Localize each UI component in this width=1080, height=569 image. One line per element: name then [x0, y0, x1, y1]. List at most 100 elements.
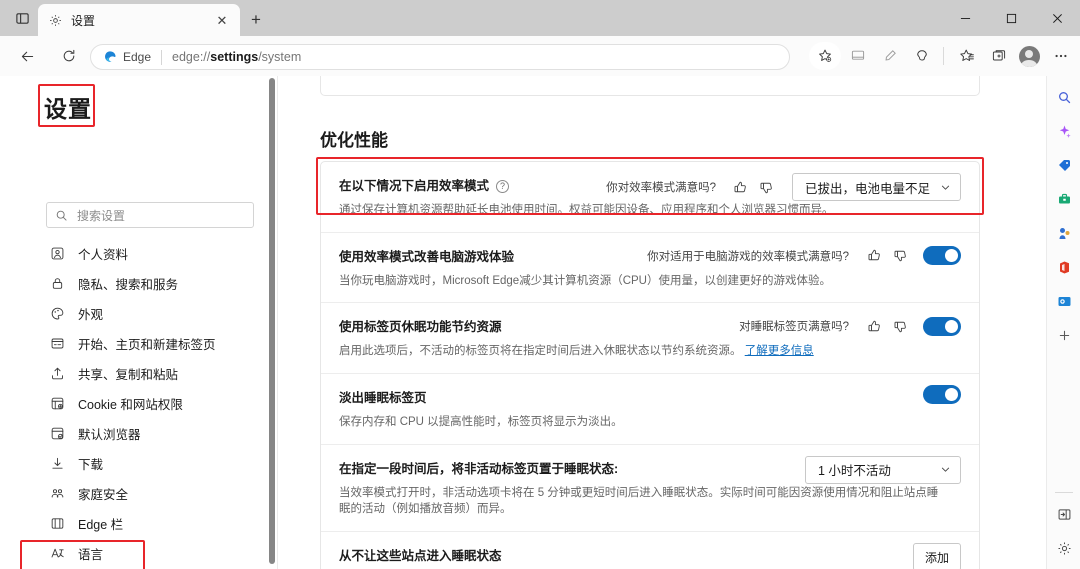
- window-controls: [942, 0, 1080, 36]
- sidebar-item-6[interactable]: Cookie 和网站权限: [26, 388, 258, 418]
- browser-tab[interactable]: 设置 ✕: [38, 4, 240, 36]
- games-icon[interactable]: [1047, 216, 1080, 250]
- rail-divider: [1055, 492, 1073, 493]
- outlook-icon[interactable]: [1047, 284, 1080, 318]
- sidebar-item-label: 隐私、搜索和服务: [78, 277, 179, 292]
- setting-title: 使用标签页休眠功能节约资源: [339, 320, 502, 335]
- shopping-icon[interactable]: [1047, 148, 1080, 182]
- settings-sidebar: 设置 搜索设置 个人资料 隐私、搜索和服务 外观 开始、主页和新建标签页 共享、复制和粘…: [0, 76, 275, 569]
- setting-toggle[interactable]: [923, 246, 961, 266]
- sidebar-item-4[interactable]: 开始、主页和新建标签页: [26, 328, 258, 358]
- thumbs-down-icon[interactable]: [754, 175, 780, 199]
- setting-row-2: 使用效率模式改善电脑游戏体验 当你玩电脑游戏时，Microsoft Edge减少其…: [321, 233, 979, 304]
- back-arrow-icon[interactable]: [12, 41, 42, 71]
- thumbs-down-icon[interactable]: [887, 244, 913, 268]
- setting-controls: 添加: [912, 543, 961, 569]
- thumbs-up-icon[interactable]: [861, 314, 887, 338]
- setting-row-4: 淡出睡眠标签页 保存内存和 CPU 以提高性能时，标签页将显示为淡出。: [321, 374, 979, 445]
- sidebar-item-5[interactable]: 共享、复制和粘贴: [26, 358, 258, 388]
- new-tab-button[interactable]: +: [243, 8, 269, 32]
- setting-row-6: 从不让这些站点进入睡眠状态这也将网站排除在其他性能优化之外，如丢弃的标签、效率模…: [321, 532, 979, 569]
- performance-settings-card: 在以下情况下启用效率模式? 通过保存计算机资源帮助延长电池使用时间。权益可能因设备…: [320, 161, 980, 569]
- tools-icon[interactable]: [1047, 182, 1080, 216]
- sidebar-item-9[interactable]: 家庭安全: [26, 478, 258, 508]
- family-safety-icon: [49, 485, 65, 501]
- split-screen-icon[interactable]: [875, 41, 905, 71]
- browser-essentials-icon[interactable]: [907, 41, 937, 71]
- sidebar-item-label: 外观: [78, 307, 104, 322]
- sidebar-item-3[interactable]: 外观: [26, 298, 258, 328]
- download-icon: [49, 455, 65, 471]
- sidebar-item-label: 家庭安全: [78, 487, 129, 502]
- edge-brand: Edge: [103, 50, 151, 64]
- sidebar-scrollbar[interactable]: [269, 78, 275, 564]
- setting-title: 从不让这些站点进入睡眠状态: [339, 549, 502, 564]
- sidebar-item-8[interactable]: 下载: [26, 448, 258, 478]
- sidebar-item-label: 共享、复制和粘贴: [78, 367, 179, 382]
- search-icon[interactable]: [1047, 80, 1080, 114]
- info-icon[interactable]: ?: [496, 180, 510, 193]
- setting-description: 当效率模式打开时，非活动选项卡将在 5 分钟或更短时间后进入睡眠状态。实际时间可…: [339, 486, 939, 516]
- sidebar-item-7[interactable]: 默认浏览器: [26, 418, 258, 448]
- sidebar-item-1[interactable]: 个人资料: [26, 238, 258, 268]
- address-bar[interactable]: Edge edge://settings/system: [90, 44, 790, 70]
- refresh-icon[interactable]: [54, 41, 84, 71]
- sidebar-item-label: Cookie 和网站权限: [78, 397, 183, 412]
- tab-actions-icon[interactable]: [12, 9, 32, 27]
- add-icon[interactable]: [1047, 318, 1080, 352]
- sidebar-item-2[interactable]: 隐私、搜索和服务: [26, 268, 258, 298]
- setting-description: 通过保存计算机资源帮助延长电池使用时间。权益可能因设备、应用程序和个人浏览器习惯…: [339, 204, 834, 216]
- minimize-button[interactable]: [942, 0, 988, 36]
- avatar: [1018, 45, 1040, 67]
- thumbs-up-icon[interactable]: [728, 175, 754, 199]
- setting-description: 当你玩电脑游戏时，Microsoft Edge减少其计算机资源（CPU）使用量，…: [339, 274, 831, 287]
- settings-gear-icon[interactable]: [1047, 531, 1080, 565]
- feedback-question: 你对适用于电脑游戏的效率模式满意吗?: [647, 250, 849, 263]
- collections-icon[interactable]: [843, 41, 873, 71]
- close-icon[interactable]: ✕: [212, 10, 232, 30]
- feedback-question: 你对效率模式满意吗?: [606, 182, 716, 194]
- setting-toggle[interactable]: [923, 316, 961, 336]
- maximize-button[interactable]: [988, 0, 1034, 36]
- sidebar-item-11[interactable]: 语言: [26, 538, 258, 568]
- more-options-icon[interactable]: [1046, 41, 1076, 71]
- sidebar-item-label: 个人资料: [78, 247, 129, 262]
- setting-dropdown[interactable]: 1 小时不活动: [805, 455, 961, 484]
- tab-groups-icon[interactable]: [984, 41, 1014, 71]
- settings-page: 设置 搜索设置 个人资料 隐私、搜索和服务 外观 开始、主页和新建标签页 共享、复制和粘…: [0, 76, 1080, 569]
- setting-title: 淡出睡眠标签页: [339, 391, 427, 406]
- copilot-icon[interactable]: [1047, 114, 1080, 148]
- favorite-add-icon[interactable]: [809, 42, 841, 70]
- setting-title: 在指定一段时间后，将非活动标签页置于睡眠状态:: [339, 461, 619, 476]
- sidebar-item-10[interactable]: Edge 栏: [26, 508, 258, 538]
- share-copy-icon: [49, 365, 65, 381]
- dropdown-value: 已拔出，电池电量不足: [804, 181, 930, 196]
- office-icon[interactable]: [1047, 250, 1080, 284]
- section-title: 优化性能: [320, 131, 388, 150]
- setting-dropdown[interactable]: 已拔出，电池电量不足: [791, 173, 961, 201]
- chevron-down-icon: [940, 464, 951, 475]
- add-site-button[interactable]: 添加: [912, 543, 961, 569]
- search-settings-input[interactable]: 搜索设置: [46, 202, 254, 228]
- edge-brand-label: Edge: [123, 50, 152, 64]
- setting-controls: 你对效率模式满意吗? 已拔出，电池电量不足: [606, 173, 961, 201]
- url-text: edge://settings/system: [172, 50, 301, 64]
- sidebar-toggle-icon[interactable]: [1047, 497, 1080, 531]
- learn-more-link[interactable]: 了解更多信息: [745, 345, 814, 357]
- thumbs-down-icon[interactable]: [887, 314, 913, 338]
- partial-card-above: [320, 76, 980, 96]
- rail-bottom-items: [1047, 488, 1080, 565]
- setting-row-1: 在以下情况下启用效率模式? 通过保存计算机资源帮助延长电池使用时间。权益可能因设备…: [321, 162, 979, 233]
- profile-avatar-icon[interactable]: [1014, 41, 1044, 71]
- favorites-icon[interactable]: [952, 41, 982, 71]
- start-home-icon: [49, 335, 65, 351]
- setting-toggle[interactable]: [923, 385, 961, 405]
- omnibox-divider: [161, 49, 163, 65]
- close-button[interactable]: [1034, 0, 1080, 36]
- settings-nav-list: 个人资料隐私、搜索和服务 外观开始、主页和新建标签页共享、复制和粘贴 Cookie …: [26, 238, 258, 569]
- thumbs-up-icon[interactable]: [861, 244, 887, 268]
- setting-controls: [913, 385, 961, 405]
- setting-description-text: 启用此选项后，不活动的标签页将在指定时间后进入休眠状态以节约系统资源。: [339, 345, 742, 358]
- setting-controls: 对睡眠标签页满意吗?: [739, 314, 961, 338]
- chevron-down-icon: [940, 182, 951, 193]
